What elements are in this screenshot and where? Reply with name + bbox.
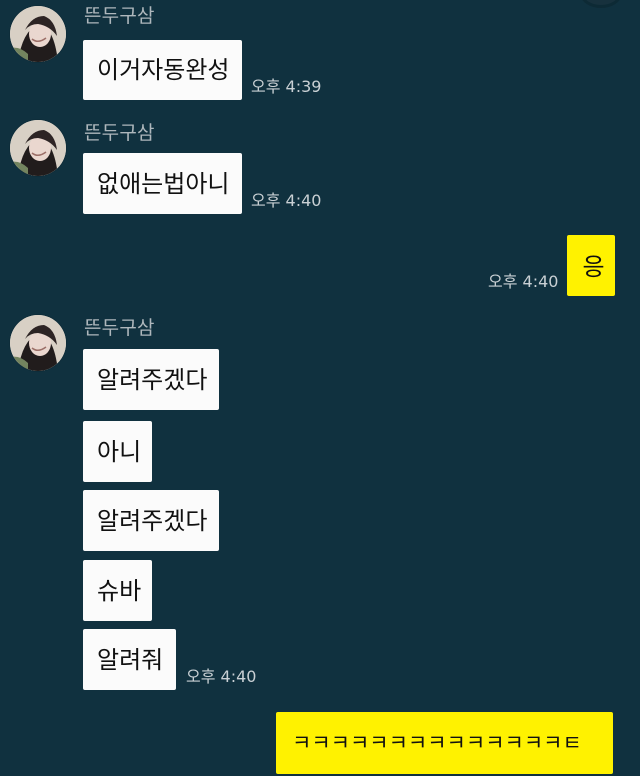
- self-message-bubble: ㅋㅋㅋㅋㅋㅋㅋㅋㅋㅋㅋㅋㅋㅋㅌ: [276, 712, 613, 774]
- message-bubble: 이거자동완성: [83, 40, 242, 100]
- avatar[interactable]: [10, 6, 66, 62]
- message-bubble: 알려주겠다: [83, 349, 219, 410]
- sender-name: 뜬두구삼: [84, 5, 155, 27]
- message-timestamp: 오후 4:40: [186, 667, 257, 686]
- message-timestamp: 오후 4:40: [488, 272, 559, 291]
- avatar[interactable]: [10, 120, 66, 176]
- message-timestamp: 오후 4:40: [251, 191, 322, 210]
- top-corner-circle: [580, 0, 622, 8]
- sender-name: 뜬두구삼: [84, 122, 155, 144]
- message-bubble: 슈바: [83, 560, 152, 621]
- message-bubble: 알려주겠다: [83, 490, 219, 551]
- message-bubble: 아니: [83, 421, 152, 482]
- message-timestamp: 오후 4:39: [251, 77, 322, 96]
- message-bubble: 없애는법아니: [83, 153, 242, 214]
- avatar[interactable]: [10, 315, 66, 371]
- message-bubble: 알려줘: [83, 629, 176, 690]
- chat-window: 뜬두구삼 이거자동완성 오후 4:39 뜬두구삼 없애는법아니 오후 4:40 …: [0, 0, 640, 776]
- self-message-bubble: 응: [567, 235, 615, 296]
- sender-name: 뜬두구삼: [84, 317, 155, 339]
